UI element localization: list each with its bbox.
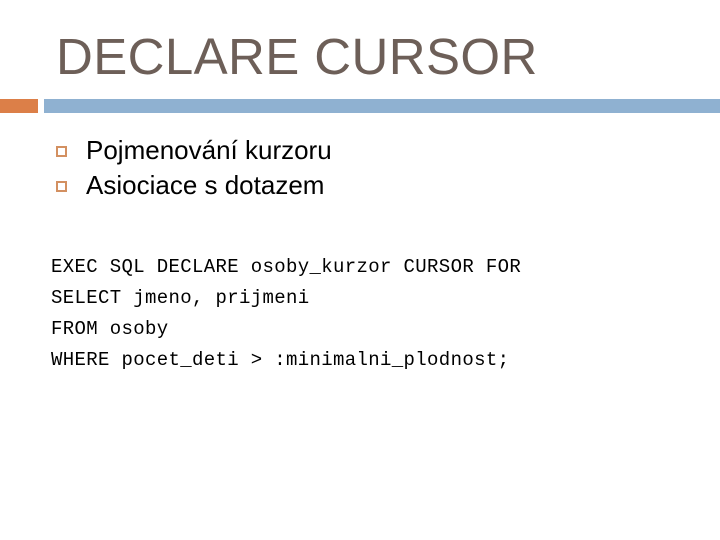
title-divider (0, 99, 720, 113)
list-item: Pojmenování kurzoru (56, 133, 676, 168)
divider-bar (44, 99, 720, 113)
bullet-item-label: Asiociace s dotazem (86, 170, 325, 200)
code-line: EXEC SQL DECLARE osoby_kurzor CURSOR FOR (51, 256, 522, 278)
page-title: DECLARE CURSOR (56, 28, 538, 85)
bullet-item-label: Pojmenování kurzoru (86, 135, 332, 165)
list-item: Asiociace s dotazem (56, 168, 676, 203)
code-line: WHERE pocet_deti > :minimalni_plodnost; (51, 349, 510, 371)
divider-accent-block (0, 99, 38, 113)
square-bullet-icon (56, 146, 67, 157)
square-bullet-icon (56, 181, 67, 192)
bullet-list: Pojmenování kurzoru Asiociace s dotazem (56, 133, 676, 203)
slide: DECLARE CURSOR Pojmenování kurzoru Asioc… (0, 0, 720, 540)
code-line: FROM osoby (51, 318, 169, 340)
code-line: SELECT jmeno, prijmeni (51, 287, 310, 309)
code-block: EXEC SQL DECLARE osoby_kurzor CURSOR FOR… (51, 252, 691, 376)
